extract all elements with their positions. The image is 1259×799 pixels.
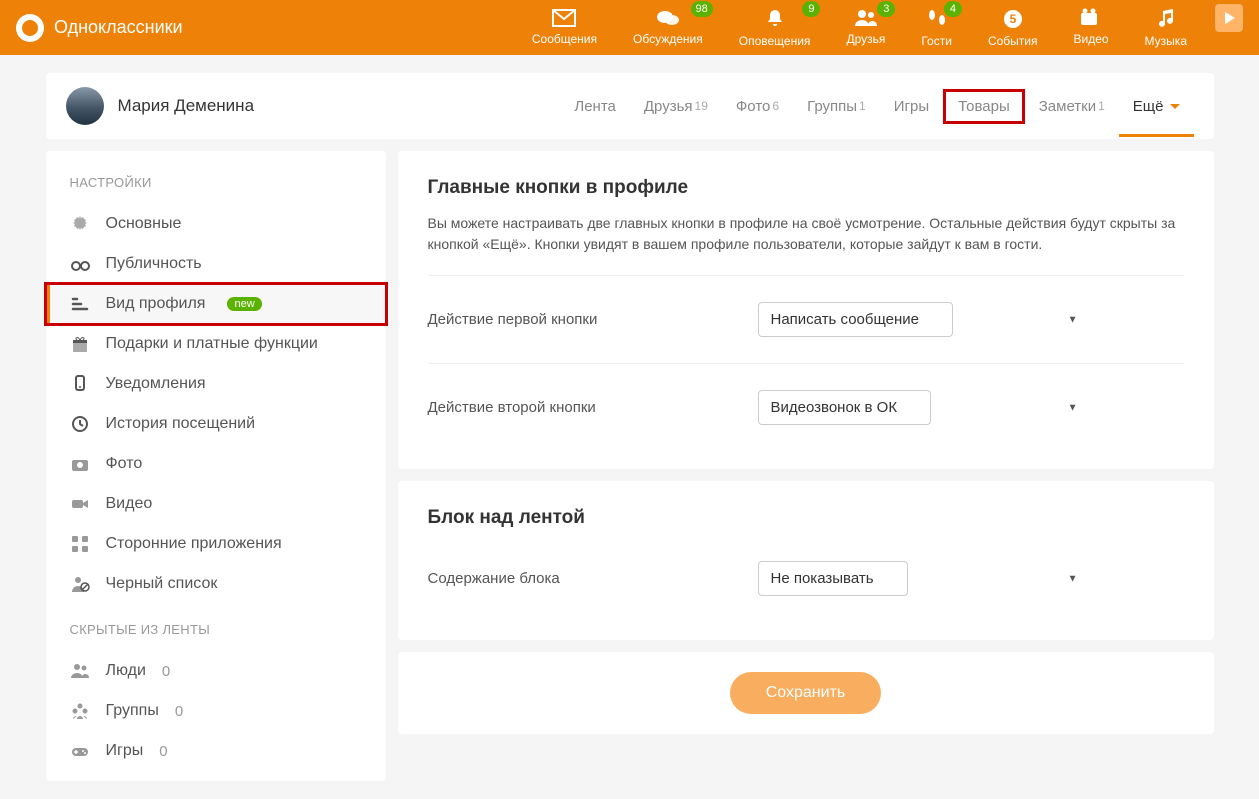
nav-notifications[interactable]: 9 Оповещения — [721, 4, 829, 52]
sidebar-item-photo[interactable]: Фото — [46, 444, 386, 484]
sidebar-item-people[interactable]: Люди 0 — [46, 651, 386, 691]
sidebar-item-blacklist[interactable]: Черный список — [46, 564, 386, 604]
sidebar-title: НАСТРОЙКИ — [46, 171, 386, 204]
sidebar-item-publicity[interactable]: Публичность — [46, 244, 386, 284]
nav-label: Оповещения — [739, 34, 811, 48]
sidebar-title-hidden: СКРЫТЫЕ ИЗ ЛЕНТЫ — [46, 604, 386, 651]
ok-logo-icon — [16, 14, 44, 42]
sidebar-item-video[interactable]: Видео — [46, 484, 386, 524]
badge: 4 — [944, 1, 962, 17]
nav-guests[interactable]: 4 Гости — [903, 4, 970, 52]
section-heading: Блок над лентой — [428, 507, 1184, 529]
camera-icon — [70, 454, 90, 474]
active-underline — [1119, 134, 1194, 137]
friends-icon — [853, 8, 879, 28]
badge: 98 — [691, 1, 713, 17]
sidebar-item-general[interactable]: Основные — [46, 204, 386, 244]
svg-text:5: 5 — [1009, 12, 1016, 26]
nav-label: Музыка — [1145, 34, 1187, 48]
badge: 3 — [877, 1, 895, 17]
tab-games[interactable]: Игры — [880, 90, 943, 123]
badge: 9 — [802, 1, 820, 17]
nav-label: Сообщения — [532, 32, 597, 46]
nav-label: Видео — [1073, 32, 1108, 46]
form-row-action2: Действие второй кнопки Видеозвонок в ОК — [428, 372, 1184, 443]
people-icon — [70, 661, 90, 681]
panel-block-above-feed: Блок над лентой Содержание блока Не пока… — [398, 481, 1214, 640]
select-action1[interactable]: Написать сообщение — [758, 302, 953, 337]
tab-friends[interactable]: Друзья19 — [630, 90, 722, 123]
sidebar-item-gifts[interactable]: Подарки и платные функции — [46, 324, 386, 364]
tab-photos[interactable]: Фото6 — [722, 90, 793, 123]
nav-label: Гости — [921, 34, 952, 48]
gift-icon — [70, 334, 90, 354]
play-button[interactable] — [1215, 4, 1243, 32]
envelope-icon — [551, 8, 577, 28]
tab-feed[interactable]: Лента — [560, 90, 630, 123]
avatar[interactable] — [66, 87, 104, 125]
form-row-action1: Действие первой кнопки Написать сообщени… — [428, 284, 1184, 355]
username[interactable]: Мария Деменина — [118, 96, 255, 116]
play-icon — [1222, 11, 1236, 25]
nav-music[interactable]: Музыка — [1127, 4, 1205, 52]
video-cam-icon — [70, 494, 90, 514]
profile-tabs: Лента Друзья19 Фото6 Группы1 Игры Товары… — [560, 89, 1193, 124]
select-action2[interactable]: Видеозвонок в ОК — [758, 390, 931, 425]
tab-notes[interactable]: Заметки1 — [1025, 90, 1119, 123]
bell-icon — [764, 8, 786, 30]
sidebar-item-profile-view[interactable]: Вид профиля new — [46, 284, 386, 324]
new-badge: new — [227, 297, 261, 311]
top-header: Одноклассники Сообщения 98 Обсуждения 9 … — [0, 0, 1259, 55]
sidebar-item-games[interactable]: Игры 0 — [46, 731, 386, 771]
blacklist-icon — [70, 574, 90, 594]
sidebar-item-history[interactable]: История посещений — [46, 404, 386, 444]
nav-messages[interactable]: Сообщения — [514, 4, 615, 52]
form-label: Действие второй кнопки — [428, 399, 758, 416]
main-content: Главные кнопки в профиле Вы можете настр… — [398, 151, 1214, 781]
gamepad-icon — [70, 741, 90, 761]
section-heading: Главные кнопки в профиле — [428, 177, 1184, 199]
site-name: Одноклассники — [54, 17, 183, 38]
profile-view-icon — [70, 294, 90, 314]
video-icon — [1079, 8, 1103, 28]
sidebar-item-thirdparty[interactable]: Сторонние приложения — [46, 524, 386, 564]
panel-save: Сохранить — [398, 652, 1214, 734]
section-description: Вы можете настраивать две главных кнопки… — [428, 213, 1184, 255]
form-label: Действие первой кнопки — [428, 311, 758, 328]
sidebar-item-notifications[interactable]: Уведомления — [46, 364, 386, 404]
tab-more[interactable]: Ещё — [1119, 90, 1194, 123]
history-icon — [70, 414, 90, 434]
sidebar-item-groups[interactable]: Группы 0 — [46, 691, 386, 731]
tab-groups[interactable]: Группы1 — [793, 90, 880, 123]
groups-icon — [70, 701, 90, 721]
music-icon — [1155, 8, 1177, 30]
settings-sidebar: НАСТРОЙКИ Основные Публичность Вид профи… — [46, 151, 386, 781]
site-logo[interactable]: Одноклассники — [16, 14, 183, 42]
header-nav: Сообщения 98 Обсуждения 9 Оповещения 3 Д… — [514, 4, 1243, 52]
notification-icon — [70, 374, 90, 394]
nav-label: Обсуждения — [633, 32, 703, 46]
nav-events[interactable]: 5 События — [970, 4, 1056, 52]
tab-goods[interactable]: Товары — [943, 89, 1025, 124]
gear-icon — [70, 214, 90, 234]
profile-bar: Мария Деменина Лента Друзья19 Фото6 Груп… — [46, 73, 1214, 139]
nav-friends[interactable]: 3 Друзья — [828, 4, 903, 52]
nav-label: События — [988, 34, 1038, 48]
select-block-content[interactable]: Не показывать — [758, 561, 908, 596]
save-button[interactable]: Сохранить — [730, 672, 882, 714]
panel-main-buttons: Главные кнопки в профиле Вы можете настр… — [398, 151, 1214, 469]
coin-icon: 5 — [1002, 8, 1024, 30]
chat-icon — [655, 8, 681, 28]
glasses-icon — [70, 254, 90, 274]
nav-video[interactable]: Видео — [1055, 4, 1126, 52]
form-label: Содержание блока — [428, 570, 758, 587]
nav-discussions[interactable]: 98 Обсуждения — [615, 4, 721, 52]
nav-label: Друзья — [846, 32, 885, 46]
form-row-block: Содержание блока Не показывать — [428, 543, 1184, 614]
apps-icon — [70, 534, 90, 554]
